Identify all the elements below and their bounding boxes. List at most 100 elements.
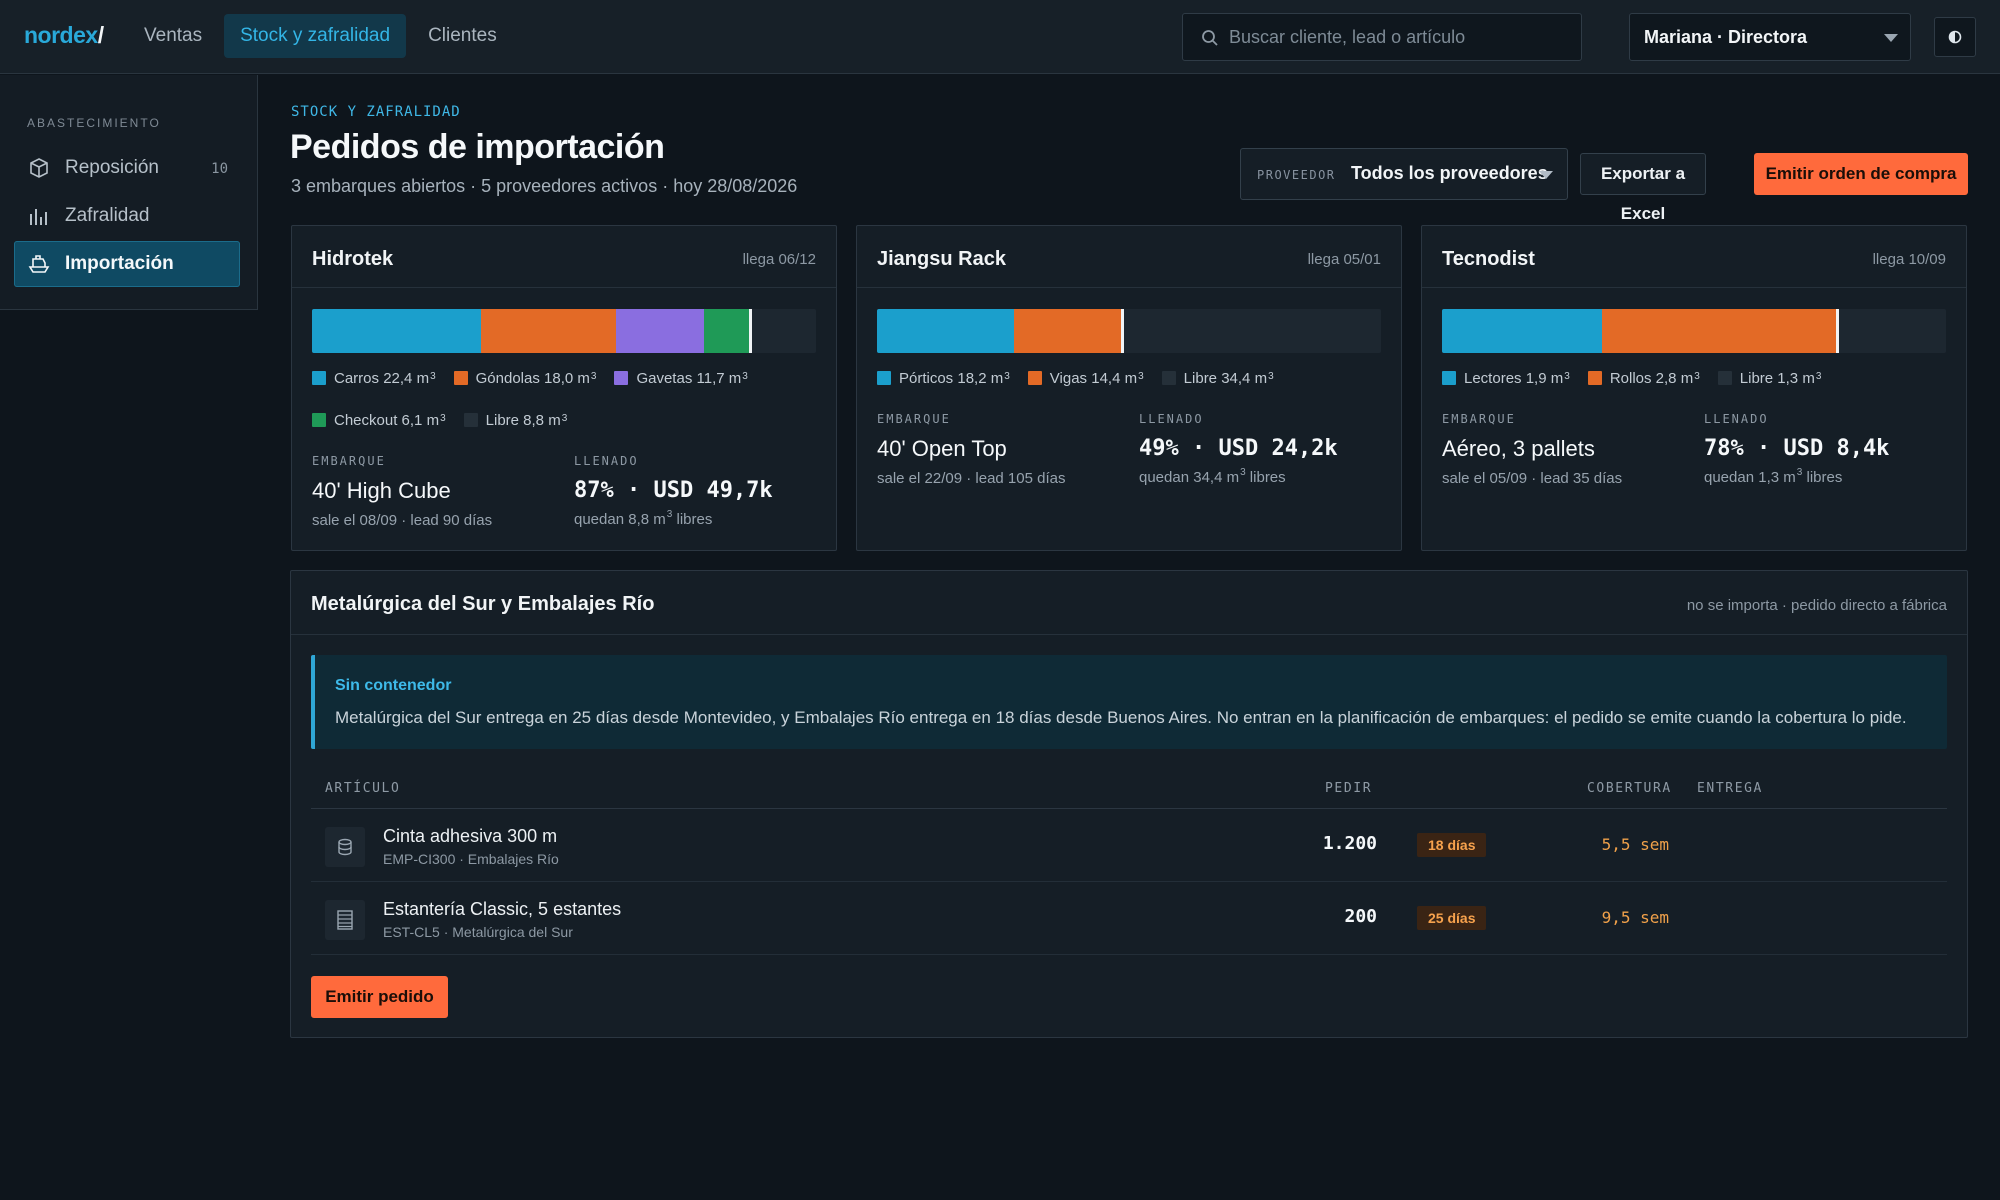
top-bar: nordex/ Ventas Stock y zafralidad Client… [0,0,2000,74]
fill-marker [748,309,752,353]
capacity-bar [877,309,1381,353]
tab-clientes[interactable]: Clientes [412,14,513,58]
search-box [1182,13,1582,61]
tape-roll-icon [325,827,365,867]
legend-item: Carros 22,4 m3 [312,368,436,388]
sidebar-item-importacion[interactable]: Importación [14,241,240,287]
sidebar-item-reposicion[interactable]: Reposición 10 [14,145,240,191]
table-row[interactable]: Cinta adhesiva 300 m EMP-CI300 · Embalaj… [311,809,1947,882]
order-quantity: 200 [1344,906,1377,927]
fill-label: LLENADO [1704,412,1769,426]
card-header: Jiangsu Rack llega 05/01 [857,226,1401,288]
shipping-info: EMBARQUE 40' Open Top sale el 22/09 · lead… [877,412,1065,487]
shipment-card[interactable]: Jiangsu Rack llega 05/01 Pórticos 18,2 m3 V… [856,225,1402,551]
shipping-info: EMBARQUE Aéreo, 3 pallets sale el 05/09 · … [1442,412,1622,487]
card-header: Tecnodist llega 10/09 [1422,226,1966,288]
order-quantity: 1.200 [1322,833,1377,854]
emit-order-button[interactable]: Emitir pedido [311,976,448,1018]
panel-title: Metalúrgica del Sur y Embalajes Río [311,593,655,615]
page-title: Pedidos de importación [290,128,665,166]
callout-title: Sin contenedor [335,677,452,694]
capacity-bar [312,309,816,353]
shipping-label: EMBARQUE [877,412,951,426]
capacity-segment [615,309,704,353]
shelf-icon [325,900,365,940]
departure-info: sale el 05/09 · lead 35 días [1442,470,1623,487]
page-subtitle: 3 embarques abiertos · 5 proveedores act… [291,176,798,196]
main-nav: Ventas Stock y zafralidad Clientes [128,14,513,58]
shipment-card[interactable]: Tecnodist llega 10/09 Lectores 1,9 m 3 Rollo… [1421,225,1967,551]
legend-item: Vigas 14,4 m3 [1027,368,1144,388]
column-header-entrega: ENTREGA [1697,781,1763,796]
table-row[interactable]: Estantería Classic, 5 estantes EST-CL5 ·… [311,882,1947,955]
capacity-bar [1442,309,1946,353]
sidebar-item-label: Zafralidad [65,205,150,226]
ship-icon [28,255,50,273]
legend-swatch [463,413,478,427]
legend-item: Checkout 6,1 m3 [312,410,446,430]
user-menu[interactable]: Mariana · Directora [1629,13,1911,61]
callout-text: Metalúrgica del Sur entrega en 25 días d… [335,708,1907,727]
departure-info: sale el 08/09 · lead 90 días [312,512,493,529]
supplier-name: Hidrotek [312,248,394,270]
legend-item-free: Libre 34,4 m3 [1161,368,1274,388]
article-sku: EMP-CI300 · Embalajes Río [383,851,559,867]
shipment-card[interactable]: Hidrotek llega 06/12 Carros 22,4 m 3 Góndola… [291,225,837,551]
tab-ventas[interactable]: Ventas [128,14,218,58]
legend-swatch [453,371,468,385]
shipping-type: 40' High Cube [312,478,451,503]
fill-label: LLENADO [1139,412,1204,426]
column-header-cobertura: COBERTURA [1587,781,1672,796]
tab-stock-zafralidad[interactable]: Stock y zafralidad [224,14,407,58]
sidebar-section-title: ABASTECIMIENTO [27,116,161,130]
legend-swatch [1717,371,1732,385]
legend-swatch [1587,371,1602,385]
fill-info: LLENADO 87% · USD 49,7k quedan 8,8 m3 libr… [574,454,773,528]
legend-item: Pórticos 18,2 m3 [877,368,1010,388]
fill-info: LLENADO 78% · USD 8,4k quedan 1,3 m3 libre… [1704,412,1889,486]
remaining-space: quedan 34,4 m3 libres [1139,467,1286,486]
sidebar-item-label: Reposición [65,157,159,178]
legend-item: Gavetas 11,7 m3 [614,368,748,388]
capacity-legend: Lectores 1,9 m 3 Rollos 2,8 m 3 Libre 1,3 m3 [1442,368,1952,388]
legend-item: Góndolas 18,0 m3 [453,368,596,388]
column-header-pedir: PEDIR [1325,781,1373,796]
column-header-articulo: ARTÍCULO [325,781,401,796]
panel-header: Metalúrgica del Sur y Embalajes Río no s… [291,571,1967,635]
search-input[interactable] [1229,14,1569,60]
export-excel-button[interactable]: Exportar a Excel [1580,153,1706,223]
chevron-down-icon [1539,171,1553,179]
supplier-filter[interactable]: PROVEEDOR Todos los proveedores [1240,148,1568,200]
sidebar: ABASTECIMIENTO Reposición 10 Zafralidad … [0,75,258,310]
fill-summary: 87% · USD 49,7k [574,478,773,503]
legend-item: Lectores 1,9 m3 [1442,368,1570,388]
info-callout: Sin contenedor Metalúrgica del Sur entre… [311,655,1947,749]
sidebar-item-label: Importación [65,253,174,274]
fill-summary: 49% · USD 24,2k [1139,436,1338,461]
legend-swatch [1442,371,1456,385]
shipping-label: EMBARQUE [1442,412,1516,426]
logo[interactable]: nordex/ [24,22,104,49]
legend-swatch [1027,371,1042,385]
user-label: Mariana · Directora [1644,27,1808,47]
capacity-segment [877,309,1014,353]
shipping-label: EMBARQUE [312,454,386,468]
capacity-legend: Pórticos 18,2 m 3 Vigas 14,4 m 3 Libre 34,4 … [877,368,1387,388]
theme-toggle[interactable] [1934,17,1976,57]
capacity-segment [1013,309,1123,353]
table-header: ARTÍCULO PEDIR COBERTURA ENTREGA [311,767,1947,809]
card-header: Hidrotek llega 06/12 [292,226,836,288]
delivery-badge: 25 días [1417,906,1487,930]
capacity-segment [1601,309,1837,353]
legend-item-free: Libre 1,3 m3 [1717,368,1821,388]
fill-summary: 78% · USD 8,4k [1704,436,1890,461]
emit-purchase-order-button[interactable]: Emitir orden de compra [1754,153,1968,195]
fill-marker [1121,309,1125,353]
delivery-badge: 18 días [1417,833,1487,857]
supplier-name: Jiangsu Rack [877,248,1006,270]
legend-item: Rollos 2,8 m3 [1587,368,1700,388]
legend-item-free: Libre 8,8 m3 [463,410,567,430]
arrival-date: llega 05/01 [1307,251,1381,268]
sidebar-item-zafralidad[interactable]: Zafralidad [14,193,240,239]
coverage-value: 9,5 sem [1601,908,1669,927]
